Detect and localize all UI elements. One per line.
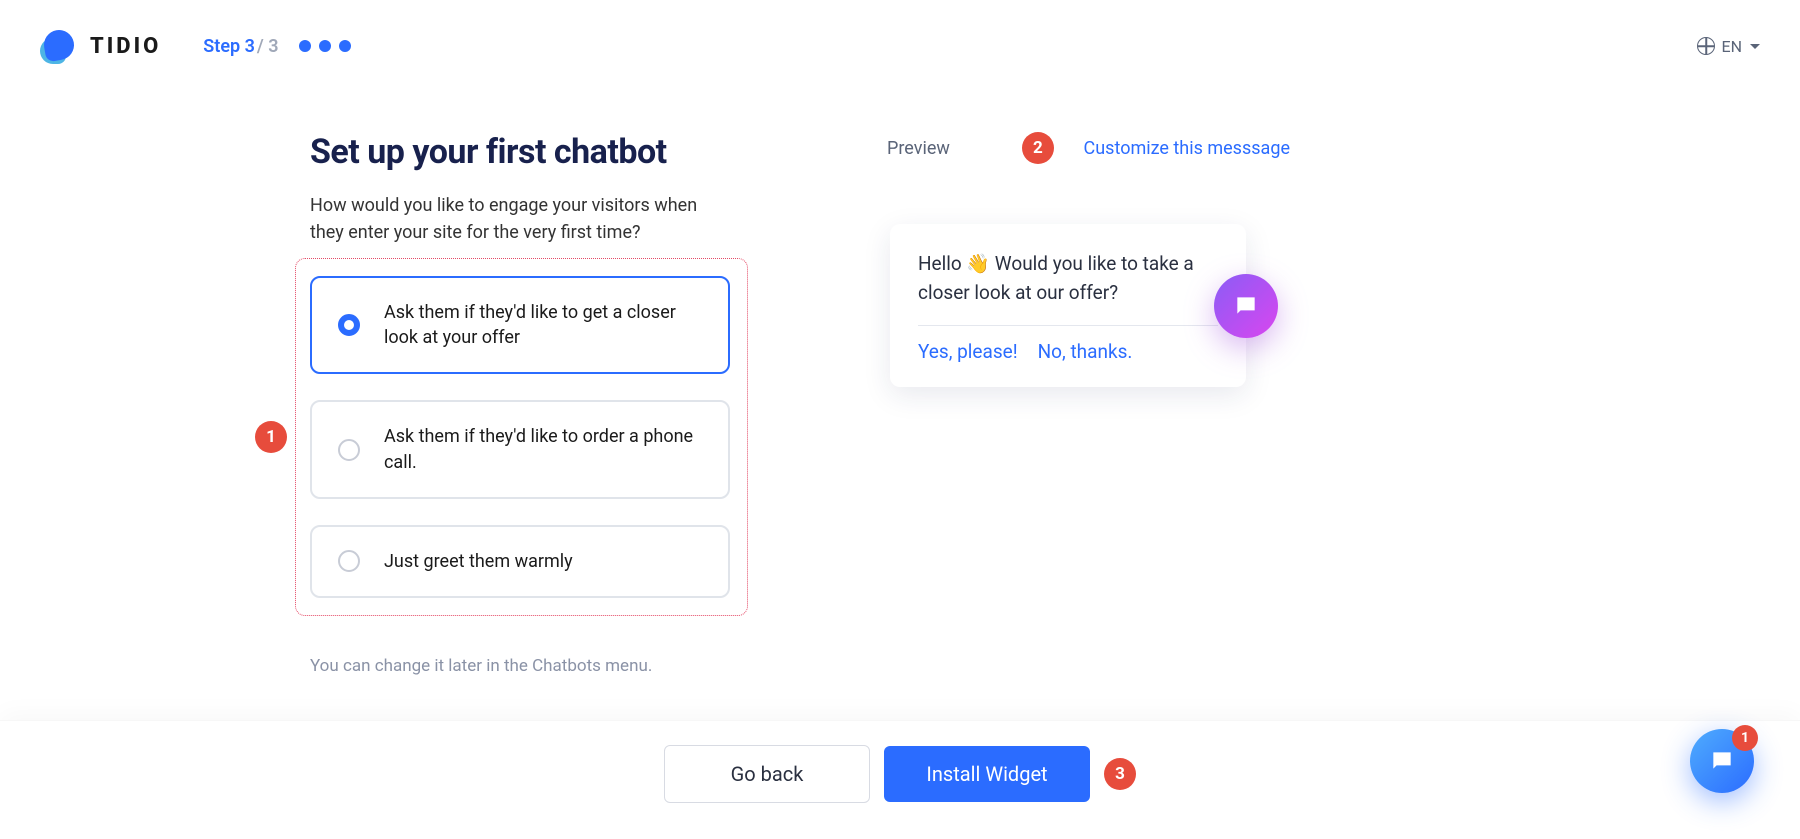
chat-actions: Yes, please! No, thanks.: [918, 340, 1218, 363]
preview-column: Preview 2 Customize this messsage Hello …: [890, 132, 1250, 676]
notification-badge: 1: [1732, 725, 1758, 751]
step-dot: [299, 40, 311, 52]
step-current: Step 3: [203, 36, 255, 57]
brand-logo: TIDIO: [40, 28, 161, 64]
step-total: / 3: [257, 36, 279, 57]
chat-bubble-button[interactable]: [1214, 274, 1278, 338]
brand-logo-mark: [40, 28, 76, 64]
main-content: Set up your first chatbot How would you …: [0, 92, 1800, 676]
chat-message: Hello 👋 Would you like to take a closer …: [918, 250, 1218, 307]
floating-chat-button[interactable]: 1: [1690, 729, 1754, 793]
chat-card: Hello 👋 Would you like to take a closer …: [890, 224, 1246, 387]
language-code: EN: [1721, 37, 1742, 56]
page-title: Set up your first chatbot: [310, 132, 730, 172]
step-dots: [299, 40, 351, 52]
chatbot-options: 1 Ask them if they'd like to get a close…: [310, 276, 730, 598]
install-widget-button[interactable]: Install Widget: [884, 746, 1090, 802]
customize-message-link[interactable]: Customize this messsage: [1084, 138, 1290, 159]
option-greet-warmly[interactable]: Just greet them warmly: [310, 525, 730, 598]
globe-icon: [1697, 37, 1715, 55]
chat-divider: [918, 325, 1218, 326]
annotation-marker-1: 1: [255, 421, 287, 453]
step-dot: [339, 40, 351, 52]
radio-icon: [338, 314, 360, 336]
footer: Go back Install Widget 3: [0, 720, 1800, 839]
chat-icon: [1709, 748, 1735, 774]
preview-label: Preview: [887, 138, 950, 159]
go-back-button[interactable]: Go back: [664, 745, 870, 803]
chat-preview-widget: Hello 👋 Would you like to take a closer …: [890, 224, 1246, 387]
step-dot: [319, 40, 331, 52]
preview-header: Preview 2 Customize this messsage: [887, 132, 1250, 164]
option-closer-look[interactable]: Ask them if they'd like to get a closer …: [310, 276, 730, 374]
option-label: Ask them if they'd like to order a phone…: [384, 424, 702, 474]
chevron-down-icon: [1750, 44, 1760, 49]
chat-icon: [1233, 293, 1259, 319]
change-later-note: You can change it later in the Chatbots …: [310, 656, 730, 676]
chat-action-no[interactable]: No, thanks.: [1038, 340, 1133, 363]
option-label: Ask them if they'd like to get a closer …: [384, 300, 702, 350]
annotation-marker-3: 3: [1104, 758, 1136, 790]
language-selector[interactable]: EN: [1697, 37, 1760, 56]
chat-action-yes[interactable]: Yes, please!: [918, 340, 1018, 363]
option-label: Just greet them warmly: [384, 549, 573, 574]
page-subtitle: How would you like to engage your visito…: [310, 192, 730, 246]
brand-name: TIDIO: [90, 34, 161, 59]
radio-icon: [338, 550, 360, 572]
option-phone-call[interactable]: Ask them if they'd like to order a phone…: [310, 400, 730, 498]
radio-icon: [338, 439, 360, 461]
annotation-marker-2: 2: [1022, 132, 1054, 164]
header: TIDIO Step 3 / 3 EN: [0, 0, 1800, 92]
setup-column: Set up your first chatbot How would you …: [310, 132, 730, 676]
step-indicator: Step 3 / 3: [203, 36, 350, 57]
